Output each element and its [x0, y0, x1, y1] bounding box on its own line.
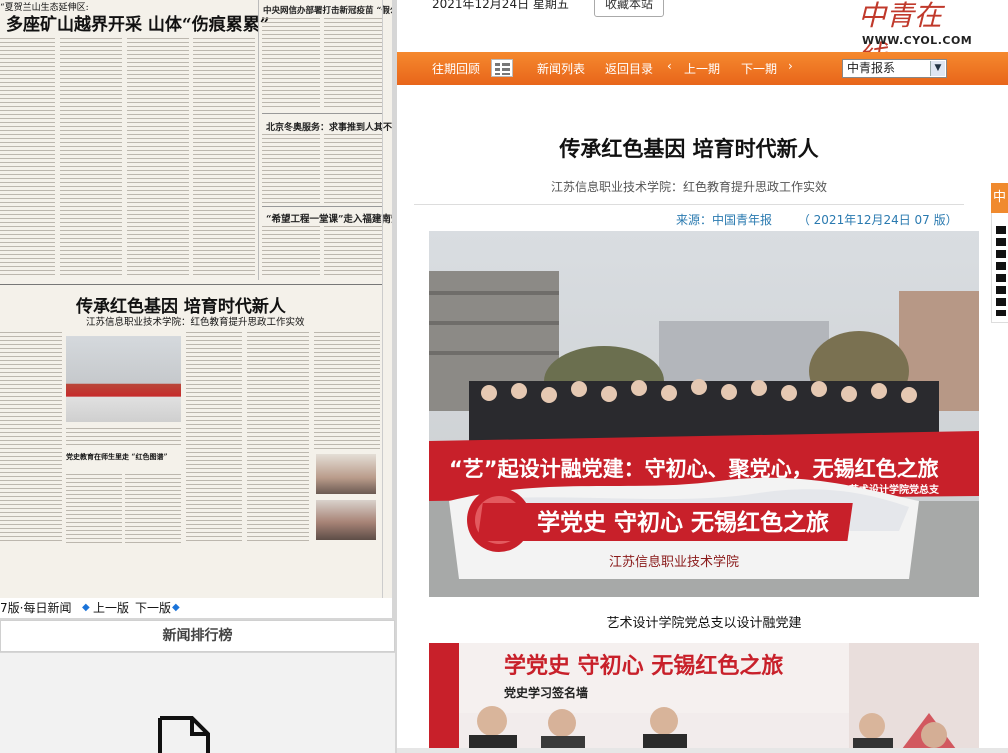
share-tab-label[interactable]: 中 [991, 183, 1008, 213]
chevron-down-icon: ▼ [930, 61, 945, 76]
article-photo-2: 学党史 守初心 无锡红色之旅 党史学习签名墙 [429, 643, 979, 753]
paper-side-headline-2[interactable]: 北京冬奥服务：求事推到人其不可踏出闭环 [266, 120, 392, 133]
paper-top-headline[interactable]: 多座矿山越界开采 山体“伤痕累累” [6, 10, 269, 35]
qr-code-icon [996, 226, 1006, 316]
grid-icon[interactable] [491, 59, 513, 77]
paper-select[interactable]: 中青报系 ▼ [842, 59, 947, 78]
date-edition: （ 2021年12月24日 07 版） [797, 213, 958, 227]
paper-photo-2 [316, 454, 376, 494]
site-url: WWW.CYOL.COM [862, 34, 973, 47]
paper-side-headline-1[interactable]: 中央网信办部署打击新冠疫苗 “假公关”网络水军 [263, 4, 392, 16]
prev-arrow-icon: ◆ [82, 602, 90, 613]
horizontal-scrollbar[interactable] [397, 748, 1008, 753]
paper-featured-subhead: 江苏信息职业技术学院：红色教育提升思政工作实效 [86, 317, 305, 328]
next-page-link[interactable]: 下一版 [135, 598, 171, 618]
paper-side-headline-3[interactable]: “希望工程一堂课”走入福建南安 [266, 211, 392, 225]
photo1-banner-text: “艺”起设计融党建：守初心、聚党心，无锡红色之旅 [449, 457, 939, 481]
paper-photo-1 [66, 336, 181, 422]
article-subtitle: 江苏信息职业技术学院：红色教育提升思政工作实效 [550, 180, 827, 194]
photo2-wall-text: 党史学习签名墙 [504, 685, 588, 700]
nav-next-issue[interactable]: 下一期 [741, 60, 777, 77]
photo1-board-text: 学党史 守初心 无锡红色之旅 [537, 509, 829, 536]
favorite-button[interactable]: 收藏本站 [594, 0, 664, 17]
page-label: 7版·每日新闻 [0, 601, 72, 615]
chevron-right-icon: › [788, 59, 793, 73]
chevron-left-icon: ‹ [667, 59, 672, 73]
photo2-banner-text: 学党史 守初心 无锡红色之旅 [504, 653, 783, 679]
newspaper-pane: “夏贺兰山生态延伸区: 多座矿山越界开采 山体“伤痕累累” 中央网信办部署打击新… [0, 0, 397, 753]
source-line: 来源：中国青年报 （ 2021年12月24日 07 版） [676, 211, 958, 228]
newspaper-page-image[interactable]: “夏贺兰山生态延伸区: 多座矿山越界开采 山体“伤痕累累” 中央网信办部署打击新… [0, 0, 392, 598]
divider [414, 204, 964, 205]
source-label: 来源：中国青年报 [676, 213, 773, 227]
nav-news-list[interactable]: 新闻列表 [537, 60, 585, 77]
photo1-board-logo: 江苏信息职业技术学院 [609, 554, 739, 570]
article-title: 传承红色基因 培育时代新人 [559, 137, 819, 161]
article-photo-1: “艺”起设计融党建：守初心、聚党心，无锡红色之旅 ——艺术设计学院党总支 学党史… [429, 231, 979, 597]
nav-back-to-index[interactable]: 返回目录 [605, 60, 653, 77]
paper-select-value: 中青报系 [847, 61, 896, 75]
photo-caption-1: 艺术设计学院党总支以设计融党建 [606, 616, 802, 631]
paper-inline-head: 党史教育在师生里走 “红色图谱” [66, 452, 168, 461]
nav-prev-issue[interactable]: 上一期 [684, 60, 720, 77]
paper-photo-3 [316, 500, 376, 540]
date-text: 2021年12月24日 星期五 [432, 0, 569, 11]
nav-archive[interactable]: 往期回顾 [432, 60, 480, 77]
document-icon [158, 716, 210, 753]
paper-footer: 7版·每日新闻 ◆ 上一版 下一版 ◆ [0, 598, 392, 618]
next-arrow-icon: ◆ [172, 602, 180, 613]
prev-page-link[interactable]: 上一版 [93, 598, 129, 618]
ranking-title: 新闻排行榜 [0, 620, 395, 652]
